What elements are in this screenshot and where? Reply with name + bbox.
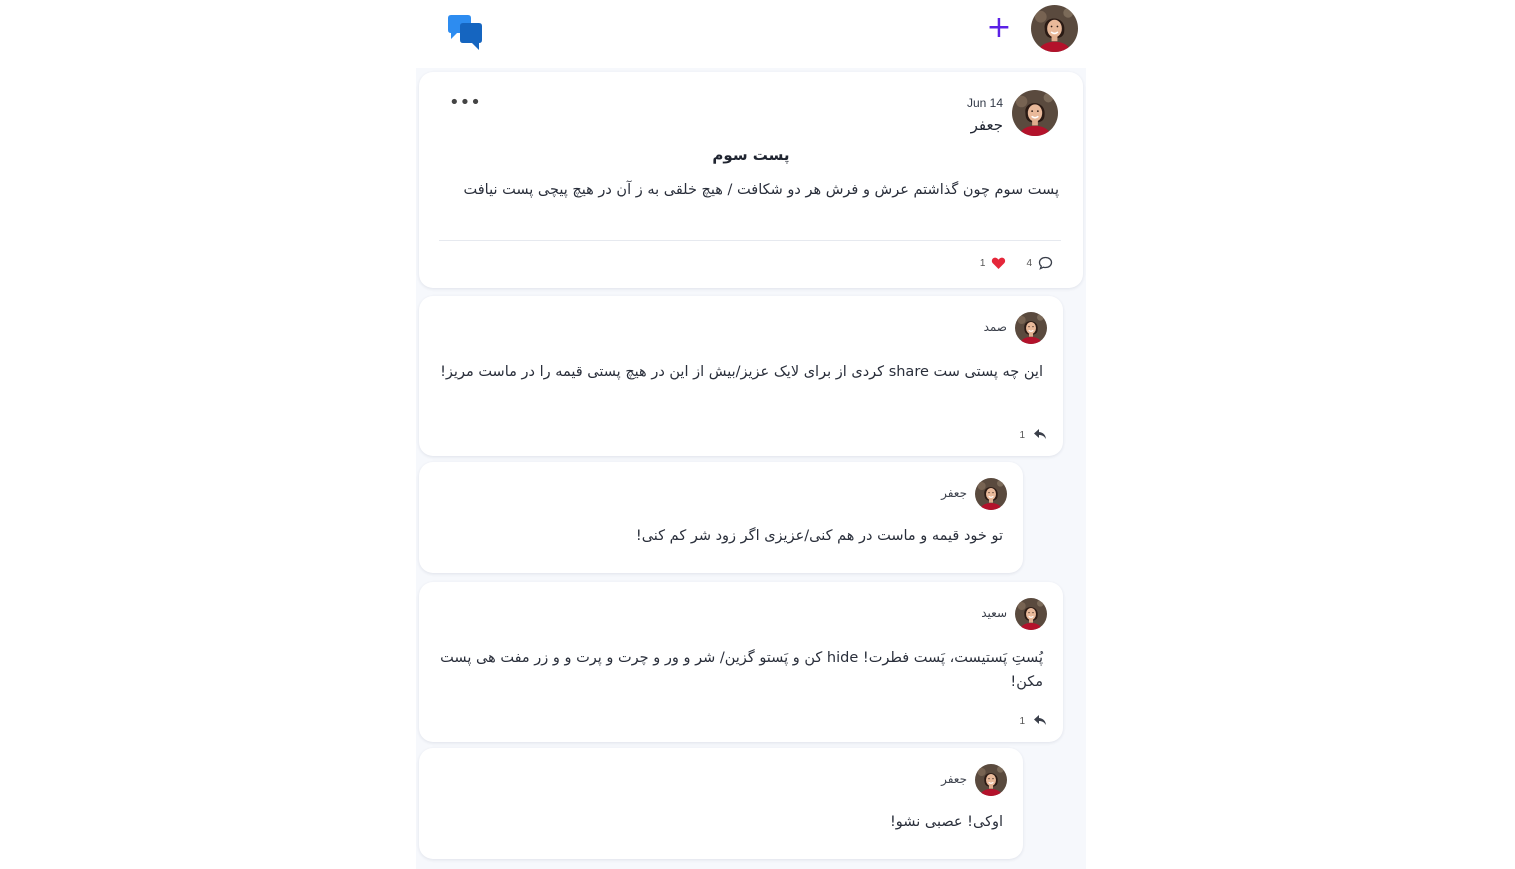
reply-card: جعفر اوکی! عصبی نشو!	[419, 748, 1023, 859]
author-avatar[interactable]	[1012, 90, 1058, 136]
reply-button[interactable]: 1	[1019, 428, 1047, 443]
comment-author[interactable]: صمد	[984, 320, 1007, 334]
top-bar: +	[418, 0, 1086, 68]
post-title: پست سوم	[712, 146, 790, 164]
reply-icon	[1033, 714, 1047, 729]
comments-stat[interactable]: 4	[1026, 256, 1053, 270]
post-date: Jun 14	[966, 96, 1003, 110]
reply-card: جعفر تو خود قیمه و ماست در هم کنی/عزیزی …	[419, 462, 1023, 573]
replies-count: 1	[1019, 716, 1025, 727]
feed: Jun 14 جعفر ••• پست سوم پست سوم چون گذاش…	[416, 68, 1086, 869]
add-post-button[interactable]: +	[986, 13, 1012, 44]
comment-card: سعید پُستِ پَستیست، پَست فطرت! hide کن و…	[419, 582, 1063, 742]
post-card: Jun 14 جعفر ••• پست سوم پست سوم چون گذاش…	[419, 72, 1083, 288]
comment-body: اوکی! عصبی نشو!	[889, 814, 1003, 830]
likes-count: 1	[979, 257, 986, 269]
user-avatar[interactable]	[1031, 5, 1078, 52]
reply-button[interactable]: 1	[1019, 714, 1047, 729]
post-body: پست سوم چون گذاشتم عرش و فرش هر دو شکافت…	[463, 182, 1059, 198]
heart-icon	[991, 256, 1006, 270]
chat-bubbles-icon[interactable]	[446, 14, 484, 52]
comment-body: این چه پستی ست share کردی از برای لایک ع…	[440, 364, 1043, 380]
more-options-button[interactable]: •••	[449, 92, 481, 113]
comment-body: پُستِ پَستیست، پَست فطرت! hide کن و پَست…	[440, 650, 1043, 690]
divider	[439, 240, 1061, 241]
comment-card: صمد این چه پستی ست share کردی از برای لا…	[419, 296, 1063, 456]
comment-avatar[interactable]	[1015, 598, 1047, 630]
reply-icon	[1033, 428, 1047, 443]
comment-icon	[1038, 256, 1053, 270]
comment-avatar[interactable]	[975, 478, 1007, 510]
comment-author[interactable]: جعفر	[941, 772, 967, 786]
replies-count: 1	[1019, 430, 1025, 441]
comment-author[interactable]: سعید	[981, 606, 1007, 620]
comment-body: تو خود قیمه و ماست در هم کنی/عزیزی اگر ز…	[635, 528, 1003, 544]
comments-count: 4	[1026, 257, 1032, 269]
post-author[interactable]: جعفر	[971, 116, 1003, 134]
comment-avatar[interactable]	[1015, 312, 1047, 344]
comment-avatar[interactable]	[975, 764, 1007, 796]
comment-author[interactable]: جعفر	[941, 486, 967, 500]
likes-stat[interactable]: 1	[980, 256, 1007, 270]
post-stats: 4 1	[980, 256, 1053, 270]
